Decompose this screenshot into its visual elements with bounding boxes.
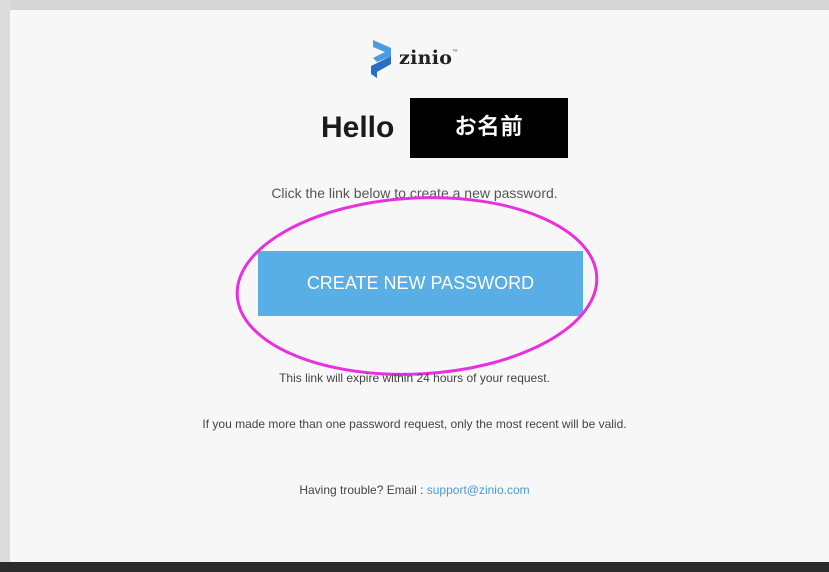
logo-text: zinio (399, 47, 453, 69)
expire-notice: This link will expire within 24 hours of… (279, 371, 550, 385)
greeting-hello: Hello (321, 111, 395, 144)
help-line: Having trouble? Email : support@zinio.co… (0, 483, 829, 497)
create-new-password-button[interactable]: CREATE NEW PASSWORD (258, 251, 583, 316)
email-viewport: zinio™ Hello お名前 Click the link below to… (0, 0, 829, 572)
zinio-logo: zinio™ (369, 38, 459, 78)
window-top-border (0, 0, 829, 10)
help-prefix: Having trouble? Email : (299, 483, 427, 497)
trademark-mark: ™ (452, 48, 459, 56)
zinio-wordmark: zinio™ (399, 47, 459, 69)
bottom-dark-bar (0, 562, 829, 572)
redacted-name-box: お名前 (410, 98, 568, 158)
multiple-requests-notice: If you made more than one password reque… (202, 417, 627, 431)
support-email-link[interactable]: support@zinio.com (427, 483, 530, 497)
intro-text: Click the link below to create a new pas… (271, 185, 558, 201)
zinio-logo-mark-icon (371, 40, 391, 78)
